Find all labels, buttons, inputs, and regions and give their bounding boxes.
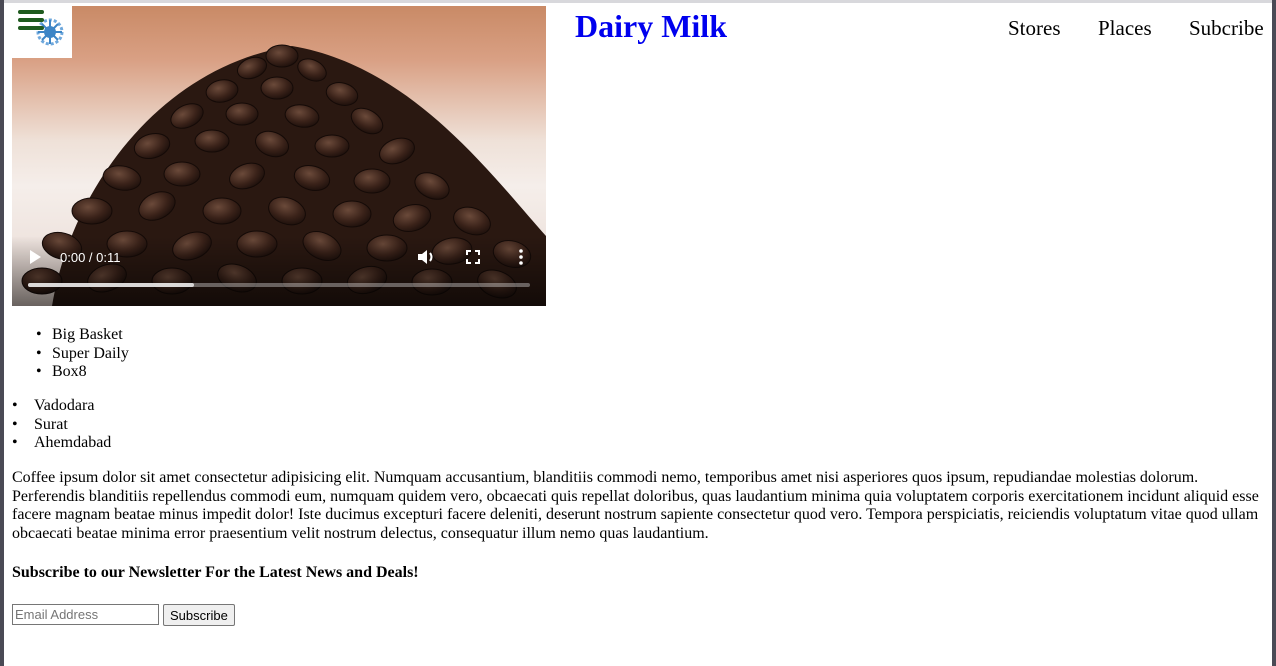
nav-places[interactable]: Places bbox=[1098, 16, 1152, 41]
video-time: 0:00 / 0:11 bbox=[60, 250, 121, 265]
list-item: Ahemdabad bbox=[12, 434, 111, 453]
stores-list: Big Basket Super Daily Box8 bbox=[36, 326, 129, 382]
subscribe-button[interactable]: Subscribe bbox=[163, 604, 235, 626]
logo bbox=[12, 6, 72, 58]
window-right-border bbox=[1272, 0, 1276, 666]
list-item: Big Basket bbox=[36, 326, 129, 345]
nav-subscribe[interactable]: Subcribe bbox=[1189, 16, 1264, 41]
volume-icon[interactable] bbox=[416, 248, 436, 266]
browser-top-edge bbox=[0, 0, 1276, 3]
list-item: Vadodara bbox=[12, 397, 111, 416]
play-icon[interactable] bbox=[30, 250, 41, 264]
email-field[interactable] bbox=[12, 604, 159, 625]
menu-icon[interactable] bbox=[18, 10, 44, 34]
video-progress-bar[interactable] bbox=[28, 283, 530, 287]
video-progress-fill bbox=[28, 283, 194, 287]
video-player[interactable]: 0:00 / 0:11 bbox=[12, 6, 546, 306]
fullscreen-icon[interactable] bbox=[466, 250, 480, 264]
list-item: Box8 bbox=[36, 363, 129, 382]
nav-stores[interactable]: Stores bbox=[1008, 16, 1061, 41]
brand-title: Dairy Milk bbox=[575, 8, 727, 44]
description-paragraph: Coffee ipsum dolor sit amet consectetur … bbox=[12, 469, 1259, 542]
video-controls-backdrop bbox=[12, 236, 546, 306]
list-item: Super Daily bbox=[36, 345, 129, 364]
newsletter-heading: Subscribe to our Newsletter For the Late… bbox=[12, 564, 419, 581]
list-item: Surat bbox=[12, 416, 111, 435]
places-list: Vadodara Surat Ahemdabad bbox=[12, 397, 111, 453]
window-left-border bbox=[0, 0, 4, 666]
more-options-icon[interactable] bbox=[518, 249, 524, 265]
